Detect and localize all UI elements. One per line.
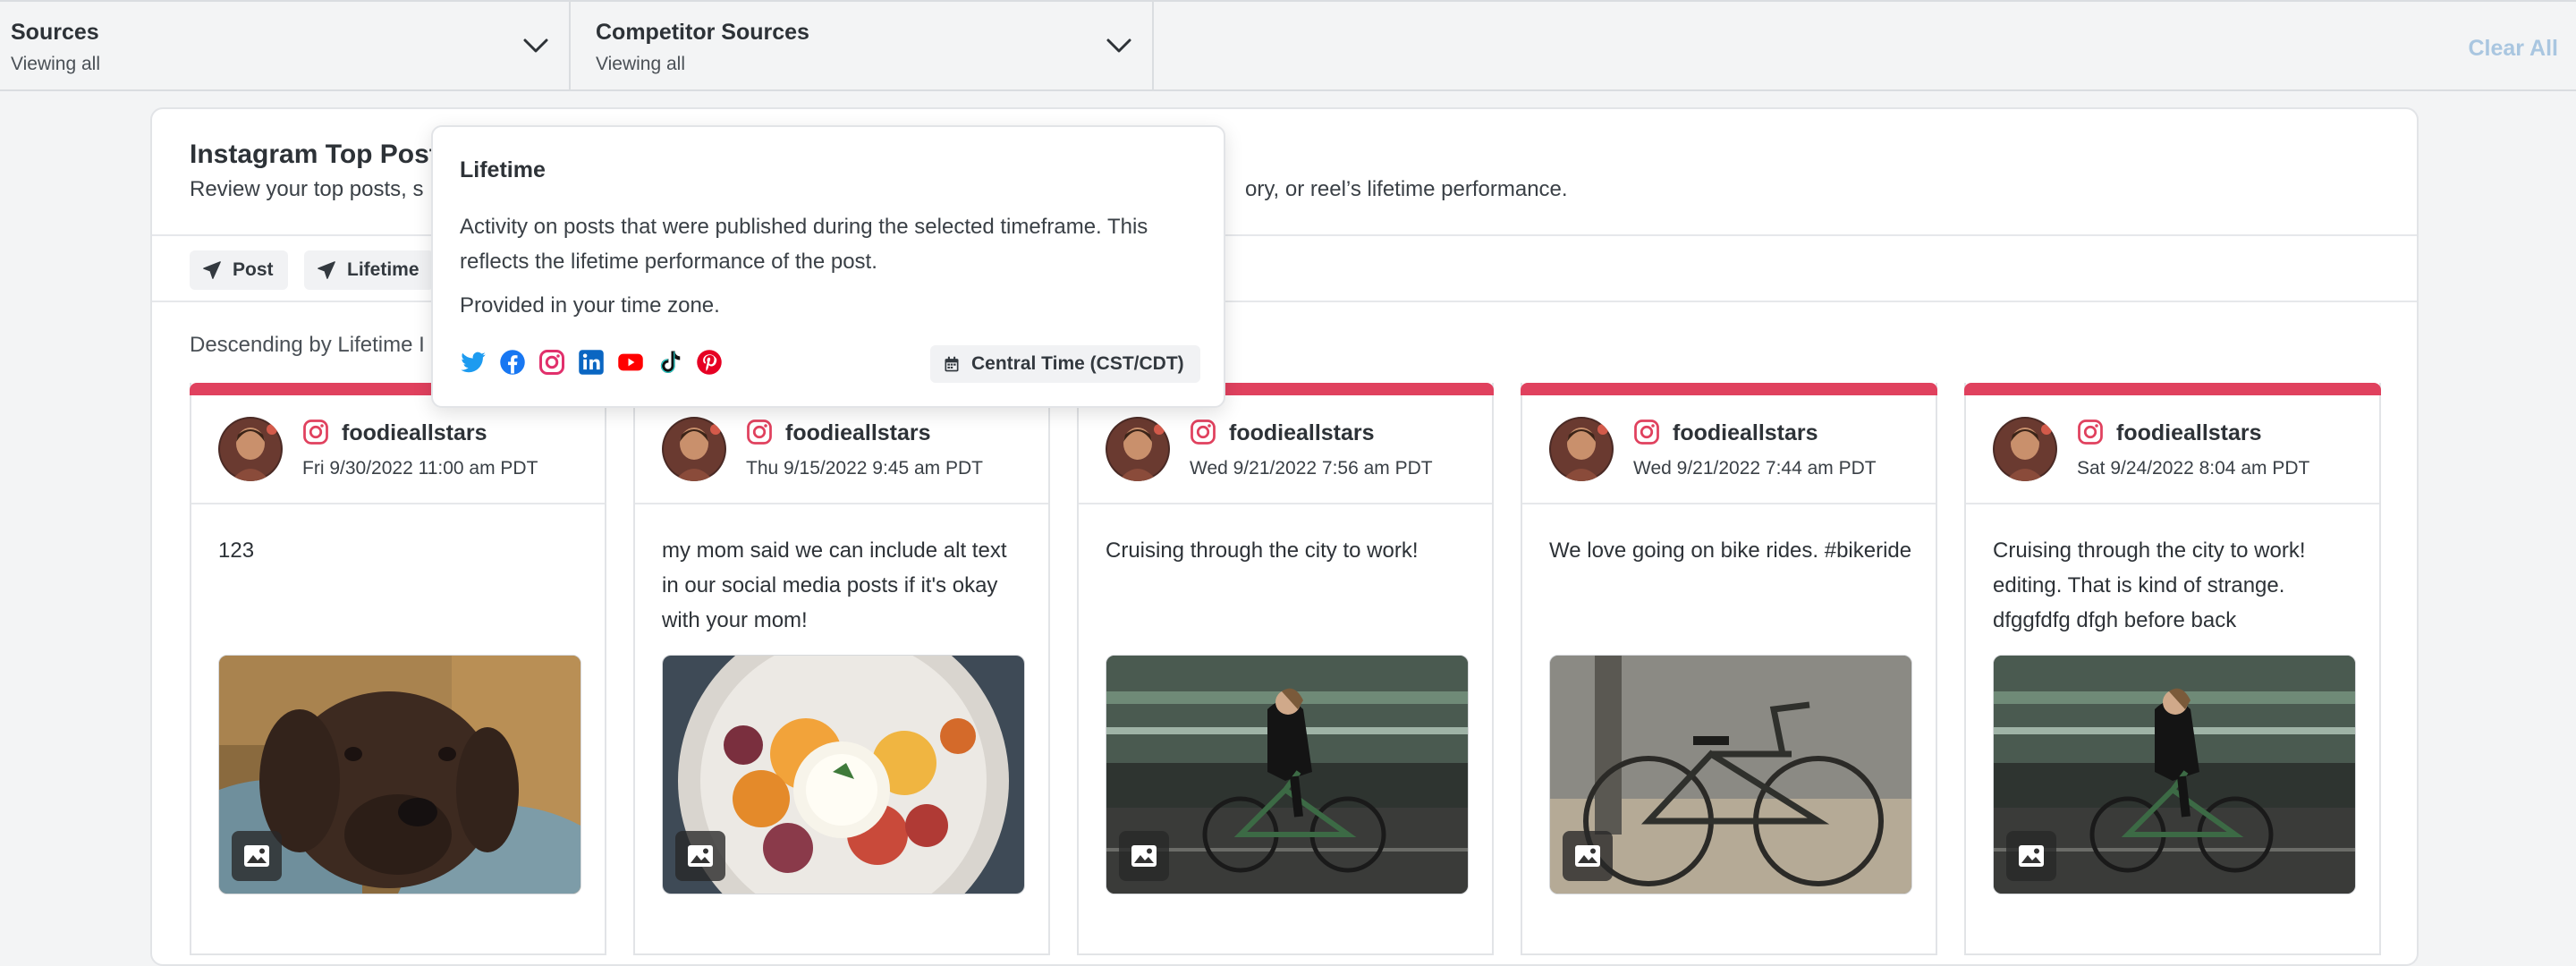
sources-filter-subtitle: Viewing all [11,54,101,74]
twitter-icon [460,349,487,376]
panel-description: Review your top posts, s ory, or reel’s … [190,177,1568,202]
instagram-icon [2077,419,2104,445]
competitor-filter-subtitle: Viewing all [596,54,686,74]
instagram-icon [746,419,773,445]
panel-title: Instagram Top Post [190,140,438,169]
tooltip-title: Lifetime [460,157,546,182]
post-date: Sat 9/24/2022 8:04 am PDT [2077,458,2310,479]
post-text: Cruising through the city to work! editi… [1993,538,2306,632]
chip-label: Post [233,259,274,280]
post-media[interactable] [662,655,1025,894]
post-media[interactable] [218,655,581,894]
competitor-filter-title: Competitor Sources [596,20,809,45]
tooltip-timezone-note: Provided in your time zone. [460,293,720,318]
filter-bar: Sources Viewing all Competitor Sources V… [0,0,2576,91]
pinterest-icon [696,349,723,376]
post-media[interactable] [1106,655,1469,894]
avatar [1106,417,1170,481]
calendar-icon [945,356,959,372]
instagram-icon [302,419,329,445]
linkedin-icon [578,349,605,376]
post-handle[interactable]: foodieallstars [1673,420,1818,446]
post-date: Wed 9/21/2022 7:44 am PDT [1633,458,1877,479]
avatar [662,417,726,481]
send-icon [318,261,335,279]
post-text: We love going on bike rides. #bikeride [1549,538,1912,563]
facebook-icon [499,349,526,376]
post-card[interactable]: foodieallstars Sat 9/24/2022 8:04 am PDT C… [1964,383,2381,955]
tooltip-body: Activity on posts that were published du… [460,215,1148,274]
post-text: Cruising through the city to work! [1106,538,1419,563]
tiktok-icon [657,349,683,376]
image-icon [232,831,282,881]
post-date: Wed 9/21/2022 7:56 am PDT [1190,458,1433,479]
post-media[interactable] [1993,655,2356,894]
send-icon [203,261,221,279]
panel-description-end: ory, or reel’s lifetime performance. [1245,177,1568,201]
image-icon [1563,831,1613,881]
divider [635,503,1048,504]
card-accent-bar [1964,383,2381,395]
post-card[interactable]: foodieallstars Fri 9/30/2022 11:00 am PDT… [190,383,606,955]
post-handle[interactable]: foodieallstars [1229,420,1375,446]
post-date: Fri 9/30/2022 11:00 am PDT [302,458,538,479]
panel-description-start: Review your top posts, s [190,177,424,201]
avatar [1993,417,2057,481]
competitor-sources-filter[interactable]: Competitor Sources Viewing all [571,2,1154,91]
post-media[interactable] [1549,655,1912,894]
clear-all-button[interactable]: Clear All [2468,36,2558,62]
chip-label: Lifetime [347,259,419,280]
post-text: 123 [218,538,255,563]
instagram-icon [538,349,565,376]
post-card[interactable]: foodieallstars Wed 9/21/2022 7:44 am PDT W… [1521,383,1937,955]
sources-filter-title: Sources [11,20,99,45]
lifetime-tooltip: Lifetime Activity on posts that were pub… [431,125,1225,408]
avatar [218,417,283,481]
divider [1522,503,1936,504]
divider [191,503,605,504]
post-handle[interactable]: foodieallstars [785,420,931,446]
avatar [1549,417,1614,481]
post-card[interactable]: foodieallstars Wed 9/21/2022 7:56 am PDT C… [1077,383,1494,955]
image-icon [675,831,725,881]
post-text: my mom said we can include alt text in o… [662,538,1007,632]
image-icon [1119,831,1169,881]
card-accent-bar [1521,383,1937,395]
image-icon [2006,831,2056,881]
timezone-badge: Central Time (CST/CDT) [930,345,1200,383]
divider [1966,503,2379,504]
post-handle[interactable]: foodieallstars [342,420,487,446]
instagram-icon [1633,419,1660,445]
sources-filter[interactable]: Sources Viewing all [0,2,571,91]
network-icons [460,349,723,376]
post-card[interactable]: foodieallstars Thu 9/15/2022 9:45 am PDT m… [633,383,1050,955]
instagram-icon [1190,419,1216,445]
sort-label: Descending by Lifetime I [190,333,425,357]
timezone-label: Central Time (CST/CDT) [971,353,1184,374]
divider [1079,503,1492,504]
post-type-chip[interactable]: Post [190,250,288,290]
lifetime-chip[interactable]: Lifetime [304,250,434,290]
chevron-down-icon[interactable] [521,30,551,61]
post-handle[interactable]: foodieallstars [2116,420,2262,446]
post-date: Thu 9/15/2022 9:45 am PDT [746,458,983,479]
chevron-down-icon[interactable] [1104,30,1134,61]
youtube-icon [617,349,644,376]
